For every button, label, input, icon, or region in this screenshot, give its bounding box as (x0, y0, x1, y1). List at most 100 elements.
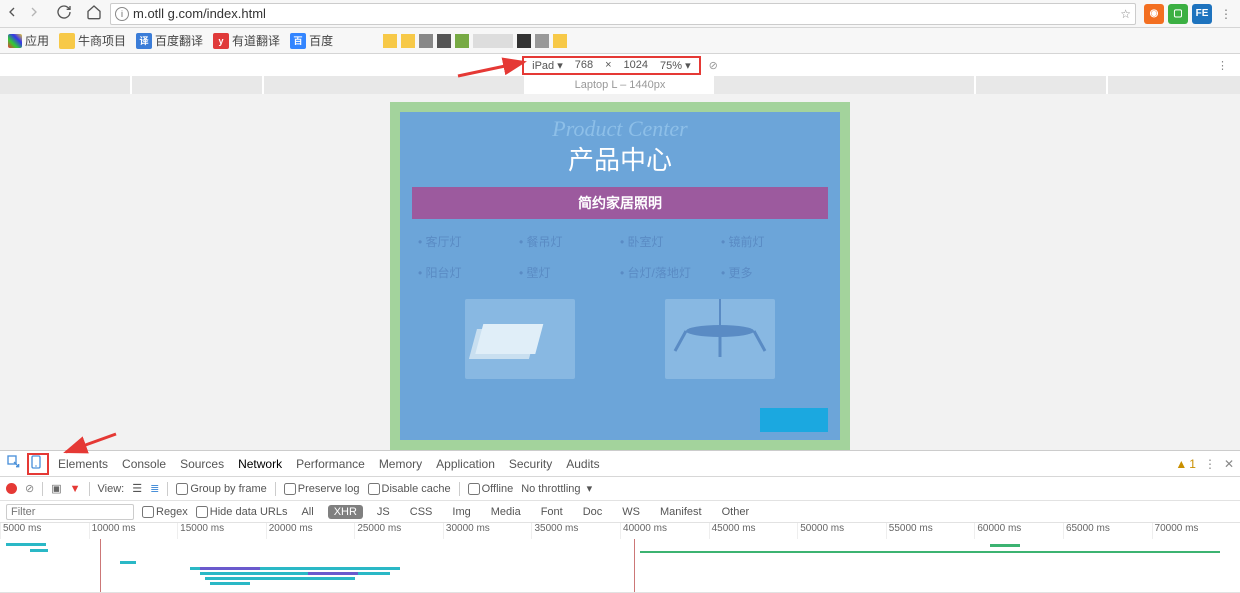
forward-button[interactable] (26, 4, 42, 23)
site-info-icon[interactable]: i (115, 7, 129, 21)
tab-console[interactable]: Console (122, 457, 166, 471)
filter-type-font[interactable]: Font (535, 505, 569, 519)
capture-screenshot-icon[interactable]: ▣ (51, 482, 61, 495)
filter-type-all[interactable]: All (295, 505, 319, 519)
tab-network[interactable]: Network (238, 457, 282, 471)
device-controls-highlight: iPad ▾ 768 × 1024 75% ▾ (522, 56, 701, 75)
site-icon[interactable] (455, 34, 469, 48)
devtools-close-icon[interactable]: ✕ (1224, 457, 1234, 471)
site-icon[interactable] (535, 34, 549, 48)
extension-icon[interactable]: ◉ (1144, 4, 1164, 24)
tab-application[interactable]: Application (436, 457, 495, 471)
product-image[interactable] (465, 299, 575, 379)
category-link[interactable]: 台灯/落地灯 (620, 264, 721, 281)
filter-type-xhr[interactable]: XHR (328, 505, 363, 519)
network-timeline[interactable]: 5000 ms 10000 ms 15000 ms 20000 ms 25000… (0, 523, 1240, 593)
home-button[interactable] (86, 4, 102, 23)
width-input[interactable]: 768 (575, 59, 593, 71)
filter-input[interactable] (6, 504, 134, 520)
filter-type-css[interactable]: CSS (404, 505, 439, 519)
inspect-icon[interactable] (6, 454, 22, 473)
back-button[interactable] (4, 4, 20, 23)
filter-type-img[interactable]: Img (446, 505, 476, 519)
devtools-menu-icon[interactable]: ⋮ (1204, 457, 1216, 471)
tab-elements[interactable]: Elements (58, 457, 108, 471)
page-viewport: Product Center 产品中心 简约家居照明 客厅灯 餐吊灯 卧室灯 镜… (0, 94, 1240, 450)
page-content[interactable]: Product Center 产品中心 简约家居照明 客厅灯 餐吊灯 卧室灯 镜… (400, 112, 840, 440)
group-by-frame-checkbox[interactable]: Group by frame (176, 483, 266, 495)
menu-icon[interactable]: ⋮ (1216, 7, 1236, 21)
warnings-badge[interactable]: ▲1 (1175, 457, 1196, 471)
category-link[interactable]: 镜前灯 (721, 233, 822, 250)
height-input[interactable]: 1024 (624, 59, 648, 71)
clear-button[interactable]: ⊘ (25, 482, 34, 495)
filter-type-manifest[interactable]: Manifest (654, 505, 708, 519)
hide-data-urls-checkbox[interactable]: Hide data URLs (196, 506, 288, 518)
category-link[interactable]: 客厅灯 (418, 233, 519, 250)
folder-icon[interactable] (383, 34, 397, 48)
view-large-icon[interactable]: ☰ (132, 482, 142, 495)
address-bar[interactable]: i m.otll g.com/index.html ☆ (110, 3, 1136, 25)
folder-icon[interactable] (553, 34, 567, 48)
extension-icon[interactable]: FE (1192, 4, 1212, 24)
filter-toggle-icon[interactable]: ▼ (70, 483, 81, 495)
tab-audits[interactable]: Audits (566, 457, 599, 471)
filter-type-other[interactable]: Other (716, 505, 756, 519)
url-text: m.otll g.com/index.html (133, 6, 266, 21)
device-frame: Product Center 产品中心 简约家居照明 客厅灯 餐吊灯 卧室灯 镜… (390, 102, 850, 450)
network-filter-bar: Regex Hide data URLs All XHR JS CSS Img … (0, 501, 1240, 523)
regex-checkbox[interactable]: Regex (142, 506, 188, 518)
view-waterfall-icon[interactable]: ≣ (150, 482, 159, 495)
view-label: View: (98, 483, 125, 495)
offline-checkbox[interactable]: Offline (468, 483, 514, 495)
extension-icon[interactable]: ▢ (1168, 4, 1188, 24)
network-toolbar: ⊘ ▣ ▼ View: ☰ ≣ Group by frame Preserve … (0, 477, 1240, 501)
site-icon[interactable] (517, 34, 531, 48)
site-icon[interactable] (437, 34, 451, 48)
responsive-ruler: Laptop L – 1440px (0, 76, 1240, 94)
site-icon[interactable] (473, 34, 513, 48)
record-button[interactable] (6, 483, 17, 494)
toggle-device-icon[interactable] (28, 454, 44, 473)
rotate-icon[interactable]: ⊘ (709, 59, 718, 72)
devtools-tabs: Elements Console Sources Network Perform… (0, 451, 1240, 477)
reload-button[interactable] (56, 4, 72, 23)
filter-type-ws[interactable]: WS (616, 505, 646, 519)
section-title-cn: 产品中心 (400, 140, 840, 177)
site-icon[interactable] (419, 34, 433, 48)
preserve-log-checkbox[interactable]: Preserve log (284, 483, 360, 495)
category-link[interactable]: 壁灯 (519, 264, 620, 281)
dimension-separator: × (605, 59, 611, 71)
bookmark-item[interactable]: 牛商项目 (59, 32, 126, 49)
browser-toolbar: i m.otll g.com/index.html ☆ ◉ ▢ FE ⋮ (0, 0, 1240, 28)
device-select[interactable]: iPad ▾ (532, 59, 563, 72)
tab-sources[interactable]: Sources (180, 457, 224, 471)
bookmarks-bar: 应用 牛商项目 译百度翻译 y有道翻译 百百度 (0, 28, 1240, 54)
apps-button[interactable]: 应用 (8, 32, 49, 49)
disable-cache-checkbox[interactable]: Disable cache (368, 483, 451, 495)
apps-icon (8, 34, 22, 48)
floating-widget[interactable] (760, 408, 828, 432)
bookmark-item[interactable]: 译百度翻译 (136, 32, 203, 49)
folder-icon[interactable] (401, 34, 415, 48)
product-image[interactable] (665, 299, 775, 379)
bookmark-item[interactable]: y有道翻译 (213, 32, 280, 49)
category-link[interactable]: 阳台灯 (418, 264, 519, 281)
tab-security[interactable]: Security (509, 457, 552, 471)
category-link[interactable]: 更多 (721, 264, 822, 281)
bookmark-item[interactable]: 百百度 (290, 32, 333, 49)
tab-memory[interactable]: Memory (379, 457, 422, 471)
zoom-select[interactable]: 75% ▾ (660, 59, 691, 72)
device-menu-icon[interactable]: ⋮ (1217, 59, 1228, 72)
filter-type-doc[interactable]: Doc (577, 505, 609, 519)
filter-type-media[interactable]: Media (485, 505, 527, 519)
category-link[interactable]: 卧室灯 (620, 233, 721, 250)
category-link[interactable]: 餐吊灯 (519, 233, 620, 250)
devtools-panel: Elements Console Sources Network Perform… (0, 450, 1240, 593)
device-toolbar: iPad ▾ 768 × 1024 75% ▾ ⊘ ⋮ (0, 54, 1240, 76)
throttling-select[interactable]: No throttling ▾ (521, 482, 592, 495)
ruler-label: Laptop L – 1440px (575, 79, 666, 91)
tab-performance[interactable]: Performance (296, 457, 365, 471)
star-icon[interactable]: ☆ (1120, 7, 1131, 21)
filter-type-js[interactable]: JS (371, 505, 396, 519)
